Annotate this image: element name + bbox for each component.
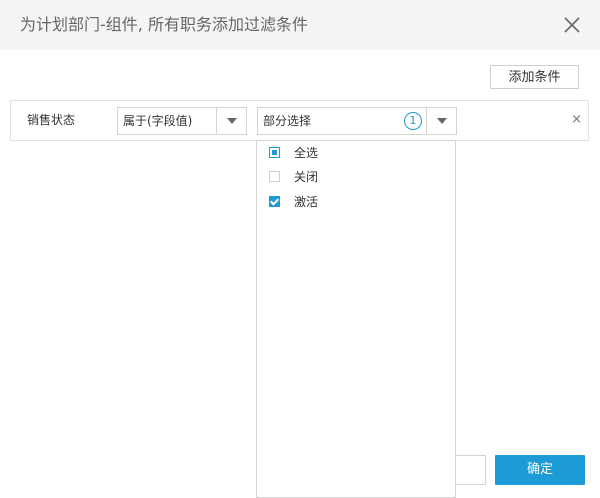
ok-button[interactable]: 确定 <box>495 455 585 485</box>
condition-field-label: 销售状态 <box>27 113 76 127</box>
checked-checkbox-icon[interactable] <box>269 196 280 207</box>
unchecked-checkbox-icon[interactable] <box>269 171 280 182</box>
partial-checkbox-icon[interactable] <box>269 147 280 158</box>
operator-dropdown-toggle[interactable] <box>216 108 246 134</box>
option-closed[interactable]: 关闭 <box>257 166 455 188</box>
value-summary: 部分选择 <box>263 114 312 128</box>
operator-select[interactable]: 属于(字段值) <box>117 107 247 135</box>
condition-row: 销售状态 属于(字段值) 部分选择 1 × <box>10 100 589 141</box>
value-dropdown-list: 全选 关闭 激活 <box>256 140 456 498</box>
close-icon[interactable] <box>562 15 582 35</box>
value-select[interactable]: 部分选择 1 <box>257 107 457 135</box>
add-condition-button[interactable]: 添加条件 <box>490 65 579 89</box>
dialog-title: 为计划部门-组件, 所有职务添加过滤条件 <box>20 15 308 34</box>
triangle-down-icon <box>437 118 447 124</box>
option-select-all[interactable]: 全选 <box>257 142 455 164</box>
triangle-down-icon <box>227 118 237 124</box>
option-active[interactable]: 激活 <box>257 191 455 213</box>
remove-condition-icon[interactable]: × <box>571 113 582 126</box>
cancel-button[interactable] <box>456 455 486 485</box>
selected-count-badge: 1 <box>404 112 422 130</box>
option-label: 激活 <box>294 195 319 209</box>
value-dropdown-toggle[interactable] <box>426 108 456 134</box>
dialog-header: 为计划部门-组件, 所有职务添加过滤条件 <box>0 0 600 50</box>
option-label: 全选 <box>294 146 319 160</box>
operator-value: 属于(字段值) <box>123 114 193 128</box>
option-label: 关闭 <box>294 170 319 184</box>
